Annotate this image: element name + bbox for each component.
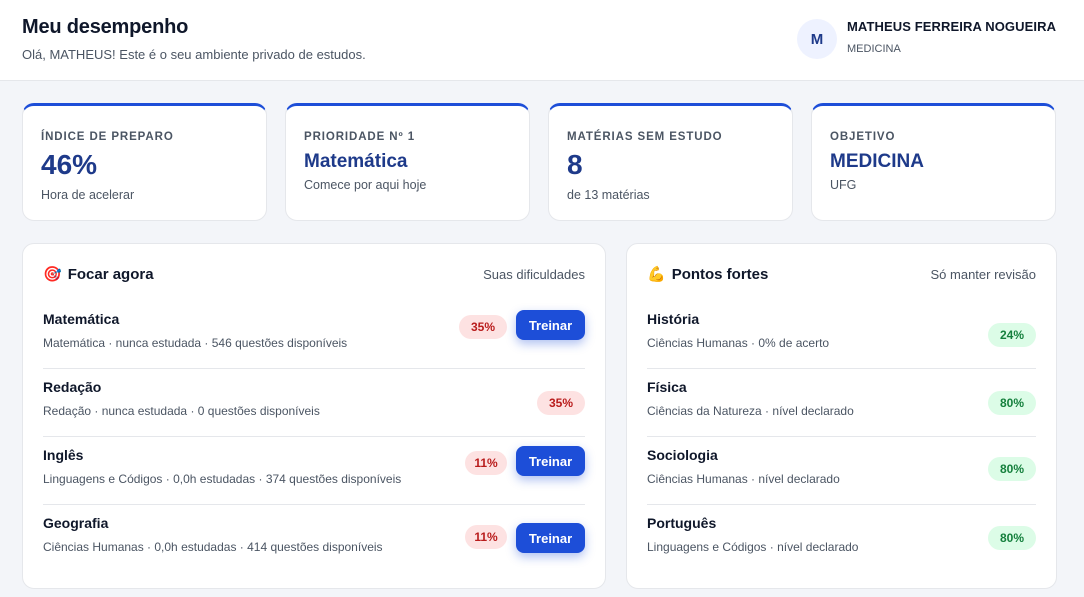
focus-item-redacao: Redação Redação · nunca estudada · 0 que… <box>43 369 585 437</box>
subject-name: Redação <box>43 379 102 395</box>
stat-caption: UFG <box>830 178 857 192</box>
subject-name: Português <box>647 515 717 531</box>
stat-label: MATÉRIAS SEM ESTUDO <box>567 131 723 143</box>
subject-name: Inglês <box>43 447 84 463</box>
subject-meta: Linguagens e Códigos · 0,0h estudadas · … <box>43 472 402 486</box>
subject-name: História <box>647 311 700 327</box>
strengths-panel: 💪 Pontos fortes Só manter revisão Histór… <box>626 243 1057 589</box>
strength-item-portugues: Português Linguagens e Códigos · nível d… <box>647 505 1036 573</box>
focus-panel-title: 🎯 Focar agora <box>43 265 154 283</box>
stat-card-materias-sem-estudo: MATÉRIAS SEM ESTUDO 8 de 13 matérias <box>548 103 793 221</box>
percent-badge: 24% <box>988 323 1036 347</box>
stat-caption: Comece por aqui hoje <box>304 178 427 192</box>
subject-meta: Ciências Humanas · 0,0h estudadas · 414 … <box>43 540 383 554</box>
focus-panel: 🎯 Focar agora Suas dificuldades Matemáti… <box>22 243 606 589</box>
stat-card-preparo: ÍNDICE DE PREPARO 46% Hora de acelerar <box>22 103 267 221</box>
focus-title-text: Focar agora <box>67 265 154 283</box>
focus-panel-header: 🎯 Focar agora Suas dificuldades <box>43 265 585 285</box>
user-name: MATHEUS FERREIRA NOGUEIRA <box>847 19 1057 34</box>
strengths-panel-title: 💪 Pontos fortes <box>647 265 768 283</box>
stat-value: 46% <box>41 149 98 180</box>
flexed-biceps-icon: 💪 <box>647 265 666 283</box>
percent-badge: 35% <box>459 315 507 339</box>
percent-badge: 11% <box>465 525 507 549</box>
user-course: MEDICINA <box>847 43 901 55</box>
subject-meta: Ciências Humanas · 0% de acerto <box>647 336 830 350</box>
stat-card-objetivo: OBJETIVO MEDICINA UFG <box>811 103 1056 221</box>
stat-value: 8 <box>567 149 583 180</box>
focus-item-matematica: Matemática Matemática · nunca estudada ·… <box>43 301 585 369</box>
stat-label: OBJETIVO <box>830 131 896 143</box>
strengths-title-text: Pontos fortes <box>671 265 769 283</box>
strength-item-fisica: Física Ciências da Natureza · nível decl… <box>647 369 1036 437</box>
focus-panel-note: Suas dificuldades <box>483 267 585 282</box>
avatar[interactable]: M <box>797 19 837 59</box>
focus-item-ingles: Inglês Linguagens e Códigos · 0,0h estud… <box>43 437 585 505</box>
subject-name: Física <box>647 379 687 395</box>
subject-meta: Ciências Humanas · nível declarado <box>647 472 840 486</box>
train-button-matematica[interactable]: Treinar <box>516 310 585 340</box>
subject-name: Matemática <box>43 311 120 327</box>
subject-meta: Matemática · nunca estudada · 546 questõ… <box>43 336 348 350</box>
train-button-ingles[interactable]: Treinar <box>516 446 585 476</box>
stat-caption: Hora de acelerar <box>41 188 135 202</box>
percent-badge: 80% <box>988 526 1036 550</box>
page-subtitle: Olá, MATHEUS! Este é o seu ambiente priv… <box>22 47 366 62</box>
strengths-panel-header: 💪 Pontos fortes Só manter revisão <box>647 265 1036 285</box>
strengths-panel-note: Só manter revisão <box>930 267 1037 282</box>
subject-meta: Linguagens e Códigos · nível declarado <box>647 540 859 554</box>
target-icon: 🎯 <box>43 265 62 283</box>
subject-name: Sociologia <box>647 447 718 463</box>
percent-badge: 11% <box>465 451 507 475</box>
stat-caption: de 13 matérias <box>567 188 650 202</box>
subject-meta: Redação · nunca estudada · 0 questões di… <box>43 404 320 418</box>
focus-item-geografia: Geografia Ciências Humanas · 0,0h estuda… <box>43 505 585 573</box>
strength-item-historia: História Ciências Humanas · 0% de acerto… <box>647 301 1036 369</box>
percent-badge: 35% <box>537 391 585 415</box>
strength-item-sociologia: Sociologia Ciências Humanas · nível decl… <box>647 437 1036 505</box>
subject-name: Geografia <box>43 515 109 531</box>
stat-label: ÍNDICE DE PREPARO <box>41 131 174 143</box>
percent-badge: 80% <box>988 457 1036 481</box>
page-header: Meu desempenho Olá, MATHEUS! Este é o se… <box>0 0 1084 81</box>
stat-card-prioridade: PRIORIDADE Nº 1 Matemática Comece por aq… <box>285 103 530 221</box>
percent-badge: 80% <box>988 391 1036 415</box>
stat-label: PRIORIDADE Nº 1 <box>304 131 415 143</box>
page-title: Meu desempenho <box>22 16 189 38</box>
stat-value: MEDICINA <box>830 151 924 172</box>
train-button-geografia[interactable]: Treinar <box>516 523 585 553</box>
subject-meta: Ciências da Natureza · nível declarado <box>647 404 854 418</box>
stat-value: Matemática <box>304 151 408 172</box>
